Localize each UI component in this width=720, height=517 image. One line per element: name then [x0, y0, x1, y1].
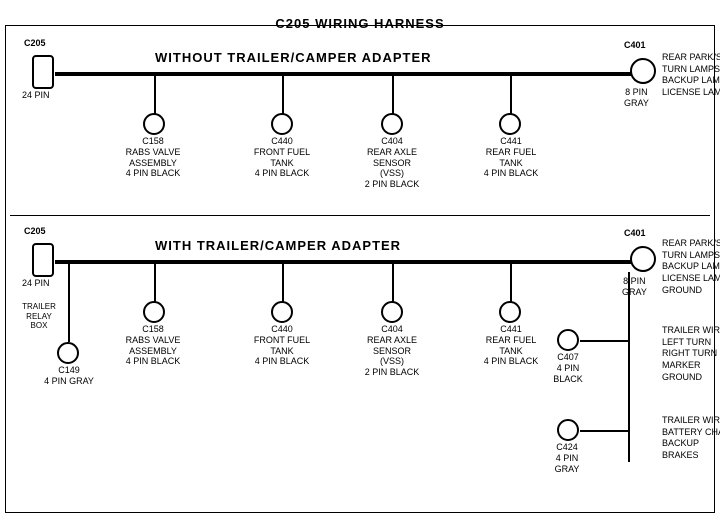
c440-s1-label: C440FRONT FUELTANK4 PIN BLACK: [252, 136, 312, 179]
c158-s1-connector: [143, 113, 165, 135]
c149-label: C1494 PIN GRAY: [42, 365, 96, 387]
wire-c407-h: [580, 340, 628, 342]
c205-s2-pin: 24 PIN: [22, 278, 50, 289]
c440-s2-label: C440FRONT FUELTANK4 PIN BLACK: [252, 324, 312, 367]
c401-s1-connector: [630, 58, 656, 84]
wire-main-s2: [55, 260, 645, 264]
c158-s2-label: C158RABS VALVEASSEMBLY4 PIN BLACK: [122, 324, 184, 367]
wire-c404-s2: [392, 262, 394, 302]
c441-s2-connector: [499, 301, 521, 323]
wire-c440-s2: [282, 262, 284, 302]
wire-c404-s1: [392, 74, 394, 114]
c441-s1-connector: [499, 113, 521, 135]
c401-s2-connector: [630, 246, 656, 272]
c401-s1-pin: 8 PINGRAY: [624, 87, 649, 109]
c441-s2-label: C441REAR FUELTANK4 PIN BLACK: [480, 324, 542, 367]
c441-s1-label: C441REAR FUELTANK4 PIN BLACK: [480, 136, 542, 179]
c158-s1-label: C158RABS VALVEASSEMBLY4 PIN BLACK: [122, 136, 184, 179]
wire-c441-s1: [510, 74, 512, 114]
section1-label: WITHOUT TRAILER/CAMPER ADAPTER: [155, 50, 432, 65]
c205-s1-pin: 24 PIN: [22, 90, 50, 101]
c205-s2-connector: [32, 243, 54, 277]
c407-label: C4074 PINBLACK: [543, 352, 593, 384]
diagram-container: WITHOUT TRAILER/CAMPER ADAPTER C205 24 P…: [0, 0, 720, 500]
section2-label: WITH TRAILER/CAMPER ADAPTER: [155, 238, 401, 253]
wire-c424-h: [580, 430, 628, 432]
wire-c441-s2: [510, 262, 512, 302]
c401-s2-right-labels: REAR PARK/STOPTURN LAMPSBACKUP LAMPSLICE…: [662, 238, 720, 296]
c401-s1-label: C401: [624, 40, 646, 51]
c404-s1-connector: [381, 113, 403, 135]
wire-c158-s1: [154, 74, 156, 114]
c205-s1-connector: [32, 55, 54, 89]
c424-label: C4244 PINGRAY: [541, 442, 593, 474]
wire-c440-s1: [282, 74, 284, 114]
c440-s2-connector: [271, 301, 293, 323]
c404-s2-connector: [381, 301, 403, 323]
c401-s1-right-labels: REAR PARK/STOPTURN LAMPSBACKUP LAMPSLICE…: [662, 52, 720, 99]
c404-s1-label: C404REAR AXLESENSOR(VSS)2 PIN BLACK: [360, 136, 424, 190]
c401-s2-pin: 8 PINGRAY: [622, 276, 647, 298]
wire-c158-s2: [154, 262, 156, 302]
c205-s1-label: C205: [24, 38, 46, 49]
wire-branch-v: [628, 272, 630, 462]
c158-s2-connector: [143, 301, 165, 323]
c205-s2-label: C205: [24, 226, 46, 237]
c404-s2-label: C404REAR AXLESENSOR(VSS)2 PIN BLACK: [360, 324, 424, 378]
c407-connector: [557, 329, 579, 351]
trailer-relay-label: TRAILERRELAYBOX: [14, 302, 64, 331]
c424-connector: [557, 419, 579, 441]
wire-trailer-relay: [68, 262, 70, 312]
c401-s2-label: C401: [624, 228, 646, 239]
section-divider: [10, 215, 710, 216]
c149-connector: [57, 342, 79, 364]
c440-s1-connector: [271, 113, 293, 135]
wire-main-s1: [55, 72, 645, 76]
wire-c149: [68, 312, 70, 342]
c424-right-labels: TRAILER WIRESBATTERY CHARGEBACKUPBRAKES: [662, 415, 720, 462]
c407-right-labels: TRAILER WIRESLEFT TURNRIGHT TURNMARKERGR…: [662, 325, 720, 383]
